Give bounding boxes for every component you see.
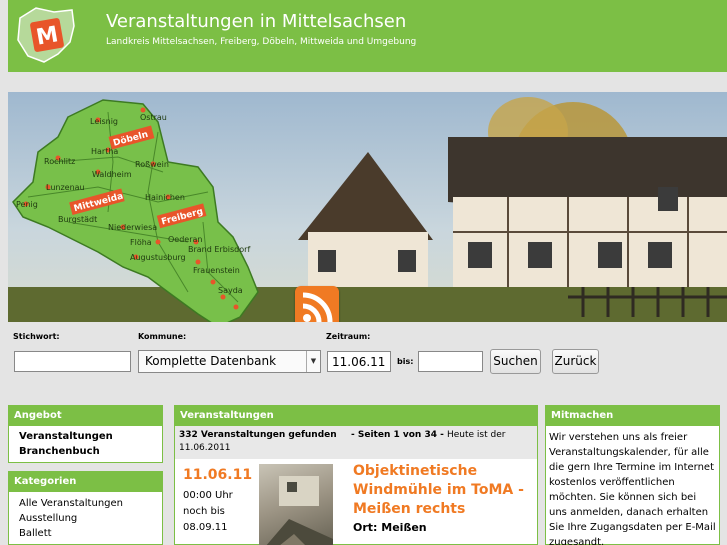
site-subtitle: Landkreis Mittelsachsen, Freiberg, Döbel… <box>106 37 417 47</box>
rss-feed-icon[interactable] <box>295 286 339 322</box>
date-from-input[interactable] <box>327 351 391 372</box>
keyword-input[interactable] <box>14 351 131 372</box>
events-body: 332 Veranstaltungen gefunden - Seiten 1 … <box>174 426 538 545</box>
search-bar: Stichwort: Kommune: Komplette Datenbank … <box>8 322 727 394</box>
chevron-down-icon[interactable]: ▼ <box>306 351 320 372</box>
site-title[interactable]: Veranstaltungen in Mittelsachsen <box>106 11 406 32</box>
event-location: Ort: Meißen <box>353 521 427 534</box>
mitmachen-heading: Mitmachen <box>545 405 720 426</box>
angebot-heading: Angebot <box>8 405 163 426</box>
kommune-label: Kommune: <box>138 332 187 341</box>
map-town: Hainichen <box>145 193 185 202</box>
event-title-link[interactable]: Objektinetische Windmühle im ToMA - Meiß… <box>353 462 533 519</box>
map-town: Burgstädt <box>58 215 97 224</box>
kommune-selected-value: Komplette Datenbank <box>145 354 277 368</box>
logo-letter: M <box>34 22 60 50</box>
kategorien-list: Alle Veranstaltungen Ausstellung Ballett <box>8 492 163 545</box>
banner-image: Leisnig Ostrau Hartha Roßwein Rochlitz W… <box>8 92 727 322</box>
event-until-label: noch bis <box>183 506 225 517</box>
map-town: Leisnig <box>90 117 118 126</box>
sidebar-item-branchenbuch[interactable]: Branchenbuch <box>19 444 162 459</box>
bis-label: bis: <box>397 357 414 366</box>
event-time: 00:00 Uhr <box>183 490 233 501</box>
map-town: Augustusburg <box>130 253 186 262</box>
header-banner: Leisnig Ostrau Hartha Roßwein Rochlitz W… <box>8 92 727 322</box>
map-town: Frauenstein <box>193 266 240 275</box>
page-info: - Seiten 1 von 34 - <box>351 430 444 440</box>
event-thumbnail[interactable] <box>259 464 333 545</box>
left-sidebar: Angebot Veranstaltungen Branchenbuch Kat… <box>8 405 163 545</box>
sidebar-item-ballett[interactable]: Ballett <box>19 526 162 541</box>
map-town: Sayda <box>218 286 243 295</box>
site-header: M Veranstaltungen in Mittelsachsen Landk… <box>8 0 727 72</box>
map-town: Brand Erbisdorf <box>188 245 250 254</box>
today-label: Heute ist der <box>447 430 506 440</box>
map-town: Rochlitz <box>44 157 75 166</box>
kommune-select[interactable]: Komplette Datenbank ▼ <box>138 350 321 373</box>
date-to-input[interactable] <box>418 351 483 372</box>
events-panel: Veranstaltungen 332 Veranstaltungen gefu… <box>174 405 538 545</box>
search-button[interactable]: Suchen <box>490 349 541 374</box>
keyword-label: Stichwort: <box>13 332 60 341</box>
back-button[interactable]: Zurück <box>552 349 599 374</box>
map-town: Flöha <box>130 238 152 247</box>
results-info-bar: 332 Veranstaltungen gefunden - Seiten 1 … <box>175 426 537 459</box>
kategorien-heading: Kategorien <box>8 471 163 492</box>
map-town: Niederwiesa <box>108 223 157 232</box>
map-town: Waldheim <box>92 170 132 179</box>
sidebar-item-veranstaltungen[interactable]: Veranstaltungen <box>19 429 162 444</box>
event-until-date: 08.09.11 <box>183 522 228 533</box>
right-sidebar: Mitmachen Wir verstehen uns als freier V… <box>545 405 720 545</box>
event-date: 11.06.11 <box>183 467 253 483</box>
map-town: Lunzenau <box>46 183 85 192</box>
map-town: Oederan <box>168 235 202 244</box>
today-date: 11.06.2011 <box>179 443 231 453</box>
sidebar-item-alle-veranstaltungen[interactable]: Alle Veranstaltungen <box>19 496 162 511</box>
results-count: 332 Veranstaltungen gefunden <box>179 430 337 440</box>
mitmachen-text: Wir verstehen uns als freier Veranstaltu… <box>545 426 720 545</box>
map-town: Roßwein <box>135 160 169 169</box>
zeitraum-label: Zeitraum: <box>326 332 371 341</box>
map-town: Penig <box>16 200 38 209</box>
events-heading: Veranstaltungen <box>174 405 538 426</box>
site-logo[interactable]: M <box>14 4 78 66</box>
map-town: Ostrau <box>140 113 167 122</box>
angebot-list: Veranstaltungen Branchenbuch <box>8 426 163 463</box>
sidebar-item-ausstellung[interactable]: Ausstellung <box>19 511 162 526</box>
